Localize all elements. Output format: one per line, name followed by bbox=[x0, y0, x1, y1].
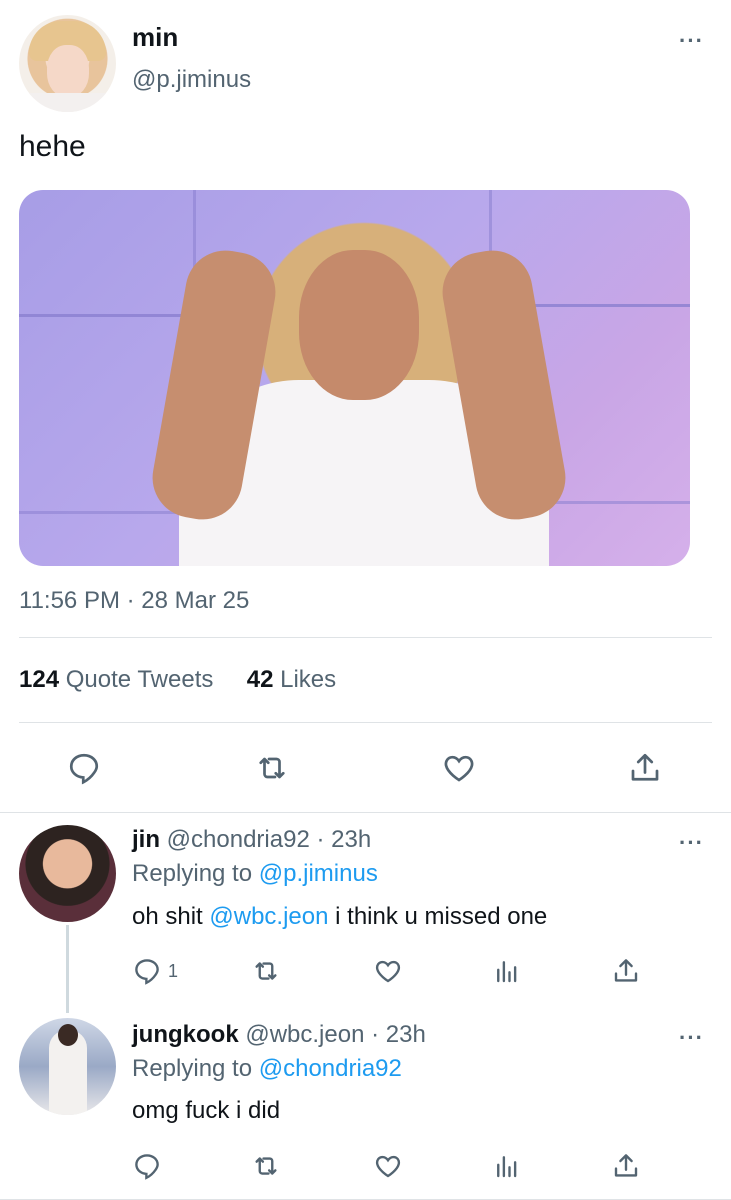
retweet-icon bbox=[259, 757, 285, 779]
reply-button[interactable] bbox=[66, 750, 102, 786]
like-icon bbox=[375, 960, 401, 983]
likes-count[interactable]: 42 bbox=[247, 666, 274, 693]
more-options-icon[interactable]: ··· bbox=[679, 1025, 704, 1051]
reply-author-name[interactable]: jin bbox=[132, 826, 160, 853]
likes-label[interactable]: Likes bbox=[280, 666, 336, 693]
analytics-icon bbox=[497, 961, 517, 983]
reply-author-handle[interactable]: @wbc.jeon bbox=[245, 1021, 364, 1048]
like-button[interactable] bbox=[440, 750, 478, 786]
reply-author-handle[interactable]: @chondria92 bbox=[167, 826, 310, 853]
reply-time[interactable]: · 23h bbox=[316, 826, 371, 853]
like-button[interactable] bbox=[372, 1151, 404, 1181]
replying-to-label: Replying to bbox=[132, 860, 253, 887]
author-name[interactable]: min bbox=[132, 22, 178, 53]
analytics-button[interactable] bbox=[492, 1151, 522, 1181]
analytics-icon bbox=[497, 1156, 517, 1178]
quote-tweets-label[interactable]: Quote Tweets bbox=[66, 666, 214, 693]
more-options-icon[interactable]: ··· bbox=[679, 830, 704, 856]
share-button[interactable] bbox=[627, 750, 663, 786]
quote-tweets-count[interactable]: 124 bbox=[19, 666, 59, 693]
divider bbox=[0, 812, 731, 813]
reply-count: 1 bbox=[168, 960, 179, 981]
reply-time[interactable]: · 23h bbox=[371, 1021, 426, 1048]
reply-header: jungkook @wbc.jeon · 23h bbox=[132, 1021, 426, 1049]
reply-button[interactable] bbox=[132, 1151, 162, 1181]
retweet-button[interactable] bbox=[250, 956, 282, 986]
replying-to-line: Replying to @p.jiminus bbox=[132, 860, 378, 888]
reply-text: omg fuck i did bbox=[132, 1097, 281, 1124]
retweet-button[interactable] bbox=[253, 750, 291, 786]
share-button[interactable] bbox=[611, 1151, 641, 1181]
reply-icon bbox=[135, 959, 159, 985]
reply-author-avatar[interactable] bbox=[19, 825, 116, 922]
thread-connector-line bbox=[66, 925, 69, 1013]
more-options-icon[interactable]: ··· bbox=[679, 28, 704, 54]
reply-mention[interactable]: @wbc.jeon bbox=[209, 903, 328, 930]
share-button[interactable] bbox=[611, 956, 641, 986]
like-icon bbox=[444, 755, 474, 782]
tweet-stats: 124 Quote Tweets 42 Likes bbox=[19, 666, 336, 694]
share-icon bbox=[614, 959, 638, 982]
author-handle[interactable]: @p.jiminus bbox=[132, 66, 251, 94]
reply-icon bbox=[69, 753, 99, 785]
retweet-icon bbox=[255, 1157, 277, 1175]
reply-header: jin @chondria92 · 23h bbox=[132, 826, 371, 854]
replying-to-label: Replying to bbox=[132, 1055, 253, 1082]
tweet-media-image[interactable] bbox=[19, 190, 690, 566]
reply-author-avatar[interactable] bbox=[19, 1018, 116, 1115]
author-avatar[interactable] bbox=[19, 15, 116, 112]
reply-text: oh shit @wbc.jeon i think u missed one bbox=[132, 903, 547, 931]
reply-text-part: i think u missed one bbox=[335, 903, 548, 930]
reply-author-name[interactable]: jungkook bbox=[132, 1021, 239, 1048]
replying-to-mention[interactable]: @chondria92 bbox=[259, 1055, 402, 1082]
tweet-text: hehe bbox=[19, 130, 86, 163]
divider bbox=[19, 637, 712, 638]
divider bbox=[19, 722, 712, 723]
reply-icon bbox=[135, 1154, 159, 1180]
tweet-timestamp[interactable]: 11:56 PM · 28 Mar 25 bbox=[19, 587, 249, 615]
like-button[interactable] bbox=[372, 956, 404, 986]
like-icon bbox=[375, 1155, 401, 1178]
share-icon bbox=[631, 753, 659, 781]
reply-text-part: oh shit bbox=[132, 903, 203, 930]
reply-button[interactable]: 1 bbox=[132, 956, 178, 986]
replying-to-mention[interactable]: @p.jiminus bbox=[259, 860, 378, 887]
retweet-button[interactable] bbox=[250, 1151, 282, 1181]
retweet-icon bbox=[255, 962, 277, 980]
share-icon bbox=[614, 1154, 638, 1177]
replying-to-line: Replying to @chondria92 bbox=[132, 1055, 402, 1083]
analytics-button[interactable] bbox=[492, 956, 522, 986]
